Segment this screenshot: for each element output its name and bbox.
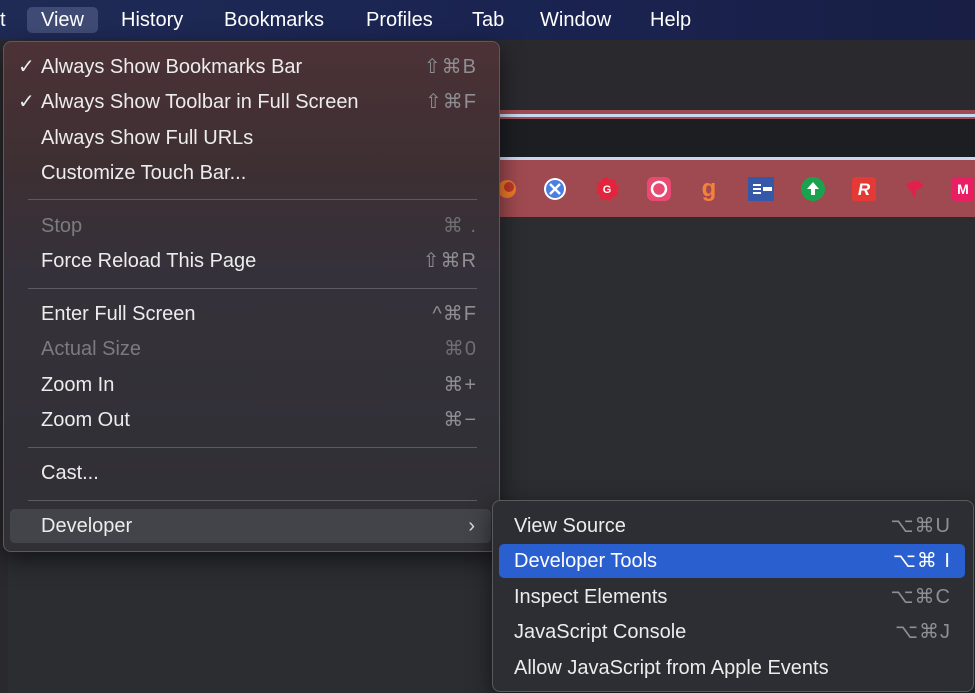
menu-separator — [28, 288, 477, 289]
pin-icon[interactable] — [902, 176, 928, 202]
menu-item-shortcut: ⇧⌘R — [422, 250, 477, 272]
menu-item-actual-size: Actual Size ⌘0 — [10, 332, 491, 366]
address-bar-border — [490, 114, 975, 117]
menu-item-force-reload[interactable]: Force Reload This Page ⇧⌘R — [10, 244, 491, 278]
menu-item-view-source[interactable]: View Source ⌥⌘U — [499, 509, 965, 543]
grammarly-icon[interactable]: G — [594, 176, 620, 202]
menu-separator — [28, 199, 477, 200]
menu-item-shortcut: ⌥⌘C — [890, 586, 951, 608]
menu-item-developer[interactable]: Developer › — [10, 509, 491, 543]
menu-item-label: Force Reload This Page — [41, 250, 257, 272]
menu-item-shortcut: ⌘ . — [442, 215, 477, 237]
svg-text:M: M — [957, 181, 969, 197]
reader-icon[interactable] — [748, 176, 774, 202]
goodreads-g-icon[interactable]: g — [696, 176, 722, 202]
checkmark-icon: ✓ — [18, 56, 35, 78]
menu-item-label: Cast... — [41, 462, 99, 484]
menu-item-label: Enter Full Screen — [41, 303, 196, 325]
menubar-item-edit[interactable]: t — [0, 7, 6, 33]
upload-cloud-icon[interactable] — [800, 176, 826, 202]
menu-item-shortcut: ⌘+ — [443, 374, 477, 396]
menubar-item-profiles[interactable]: Profiles — [366, 7, 433, 33]
menu-item-shortcut: ⇧⌘B — [423, 56, 477, 78]
svg-text:R: R — [858, 180, 871, 199]
r-icon[interactable]: R — [851, 176, 877, 202]
menu-item-stop: Stop ⌘ . — [10, 209, 491, 243]
menu-item-shortcut: ⌥⌘ I — [892, 550, 951, 572]
chevron-right-icon: › — [468, 515, 475, 537]
address-bar-area — [490, 110, 975, 162]
menu-separator — [28, 447, 477, 448]
menu-item-label: Customize Touch Bar... — [41, 162, 247, 184]
svg-text:g: g — [702, 176, 717, 202]
menu-item-always-show-toolbar-full-screen[interactable]: ✓ Always Show Toolbar in Full Screen ⇧⌘F — [10, 85, 491, 119]
menu-item-label: Always Show Full URLs — [41, 127, 254, 149]
menu-item-shortcut: ⌘0 — [443, 338, 477, 360]
menu-item-label: Inspect Elements — [514, 586, 668, 608]
checkmark-icon: ✓ — [18, 91, 35, 113]
menu-item-label: Zoom In — [41, 374, 115, 396]
menu-item-label: Zoom Out — [41, 409, 130, 431]
developer-submenu: View Source ⌥⌘U Developer Tools ⌥⌘ I Ins… — [492, 500, 974, 692]
menu-item-always-show-bookmarks-bar[interactable]: ✓ Always Show Bookmarks Bar ⇧⌘B — [10, 50, 491, 84]
menubar-item-bookmarks[interactable]: Bookmarks — [224, 7, 324, 33]
menu-item-zoom-in[interactable]: Zoom In ⌘+ — [10, 368, 491, 402]
bookmarks-bar: G g R M — [490, 160, 975, 217]
menu-item-shortcut: ⇧⌘F — [425, 91, 477, 113]
menubar-item-history[interactable]: History — [121, 7, 183, 33]
menu-item-label: Allow JavaScript from Apple Events — [514, 657, 829, 679]
svg-text:G: G — [603, 184, 612, 196]
menu-item-developer-tools[interactable]: Developer Tools ⌥⌘ I — [499, 544, 965, 578]
safari-x-icon[interactable] — [542, 176, 568, 202]
menu-item-always-show-full-urls[interactable]: Always Show Full URLs — [10, 121, 491, 155]
menu-item-javascript-console[interactable]: JavaScript Console ⌥⌘J — [499, 615, 965, 649]
menu-item-zoom-out[interactable]: Zoom Out ⌘− — [10, 403, 491, 437]
menu-item-cast[interactable]: Cast... — [10, 456, 491, 490]
address-bar[interactable] — [490, 119, 975, 159]
menubar-item-view[interactable]: View — [27, 7, 98, 33]
menu-item-shortcut: ^⌘F — [432, 303, 477, 325]
menu-item-label: View Source — [514, 515, 626, 537]
menu-item-label: Developer — [41, 515, 133, 537]
menu-separator — [28, 500, 477, 501]
menu-bar: t View History Bookmarks Profiles Tab Wi… — [0, 0, 975, 40]
menubar-item-tab[interactable]: Tab — [472, 7, 504, 33]
m-icon[interactable]: M — [952, 176, 974, 202]
menu-item-label: Always Show Toolbar in Full Screen — [41, 91, 359, 113]
menu-item-enter-full-screen[interactable]: Enter Full Screen ^⌘F — [10, 297, 491, 331]
menu-item-label: Actual Size — [41, 338, 142, 360]
menu-item-inspect-elements[interactable]: Inspect Elements ⌥⌘C — [499, 580, 965, 614]
menu-item-shortcut: ⌥⌘J — [894, 621, 951, 643]
lifebuoy-icon[interactable] — [646, 176, 672, 202]
menu-item-shortcut: ⌥⌘U — [890, 515, 951, 537]
menu-item-allow-javascript-apple-events[interactable]: Allow JavaScript from Apple Events — [499, 651, 965, 685]
menu-item-label: Stop — [41, 215, 83, 237]
menu-item-customize-touch-bar[interactable]: Customize Touch Bar... — [10, 156, 491, 190]
browser-tab-strip — [490, 40, 975, 110]
menu-item-label: Always Show Bookmarks Bar — [41, 56, 303, 78]
menu-item-label: JavaScript Console — [514, 621, 687, 643]
menubar-item-help[interactable]: Help — [650, 7, 691, 33]
menubar-item-window[interactable]: Window — [540, 7, 611, 33]
menu-item-label: Developer Tools — [514, 550, 658, 572]
view-menu: ✓ Always Show Bookmarks Bar ⇧⌘B ✓ Always… — [3, 41, 500, 552]
menu-item-shortcut: ⌘− — [443, 409, 477, 431]
